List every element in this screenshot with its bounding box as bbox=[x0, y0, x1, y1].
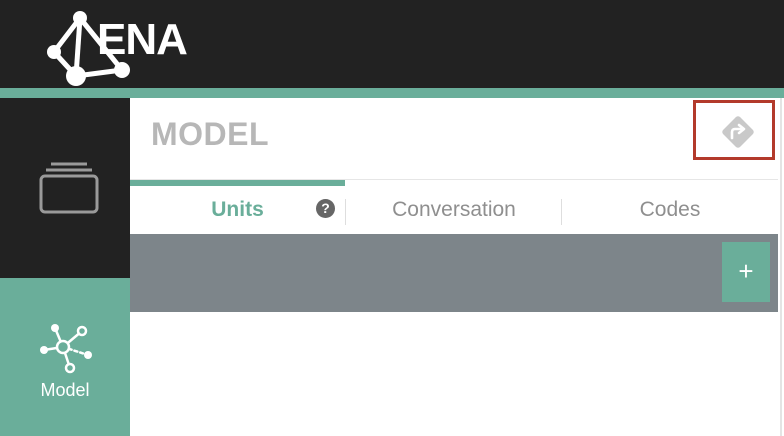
sidebar-item-label: Model bbox=[40, 380, 90, 400]
sidebar-item-layers[interactable] bbox=[0, 98, 130, 278]
tab-units[interactable]: Units bbox=[130, 180, 345, 234]
network-model-icon bbox=[40, 324, 92, 374]
brand-name: ENA bbox=[97, 15, 188, 64]
top-header: ENA bbox=[0, 0, 784, 88]
page-title: MODEL bbox=[151, 116, 270, 152]
help-icon[interactable]: ? bbox=[316, 199, 335, 218]
tab-codes-label: Codes bbox=[639, 198, 701, 221]
share-arrow-icon bbox=[722, 116, 754, 148]
share-button[interactable] bbox=[693, 100, 775, 160]
main-panel: MODEL Units ? Conversation Codes + bbox=[130, 98, 782, 436]
tab-bar: Units ? Conversation Codes bbox=[130, 179, 778, 234]
tab-conversation-label: Conversation bbox=[392, 198, 516, 221]
sidebar: Model bbox=[0, 98, 130, 436]
tab-conversation[interactable]: Conversation bbox=[346, 180, 562, 234]
brand-stripe bbox=[0, 88, 784, 98]
tab-units-label: Units bbox=[211, 198, 264, 221]
tab-codes[interactable]: Codes bbox=[562, 180, 778, 234]
sidebar-item-model[interactable]: Model bbox=[0, 278, 130, 436]
units-toolbar: + bbox=[130, 234, 778, 312]
layers-icon bbox=[39, 162, 99, 214]
add-unit-button[interactable]: + bbox=[722, 242, 770, 302]
